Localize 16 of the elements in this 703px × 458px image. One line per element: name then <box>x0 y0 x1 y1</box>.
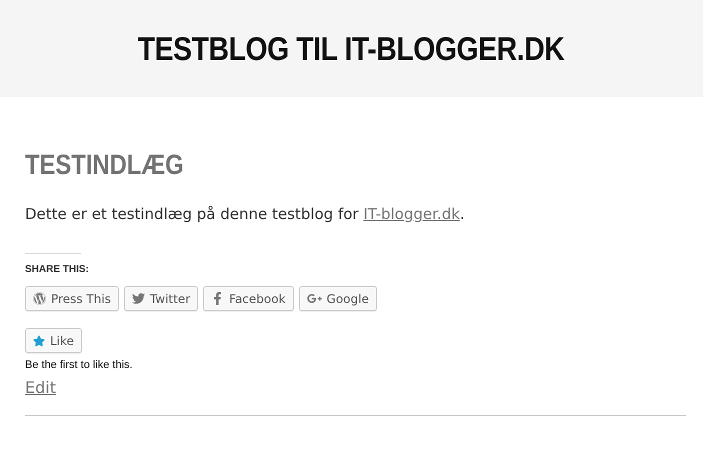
bird-icon <box>132 292 145 305</box>
site-link[interactable]: IT-blogger.dk <box>363 205 460 223</box>
like-note: Be the first to like this. <box>25 359 134 371</box>
edit-link[interactable]: Edit <box>25 378 56 397</box>
share-button[interactable]: Facebook <box>203 286 294 311</box>
share-button[interactable]: Press This <box>25 286 119 311</box>
share-button[interactable]: Twitter <box>124 286 198 311</box>
share-button[interactable]: Google <box>298 286 377 311</box>
site-title[interactable]: TESTBLOG TIL IT-BLOGGER.DK <box>138 30 565 68</box>
google-plus-icon <box>306 291 322 306</box>
wordpress-icon <box>33 292 46 305</box>
share-heading: SHARE THIS: <box>25 264 90 275</box>
post-body: Dette er et testindlæg på denne testblog for IT-blogger.dk. <box>25 205 466 223</box>
like-button[interactable]: Like <box>25 328 82 353</box>
star-icon <box>33 334 45 346</box>
post-title: TESTINDLÆG <box>25 149 184 181</box>
